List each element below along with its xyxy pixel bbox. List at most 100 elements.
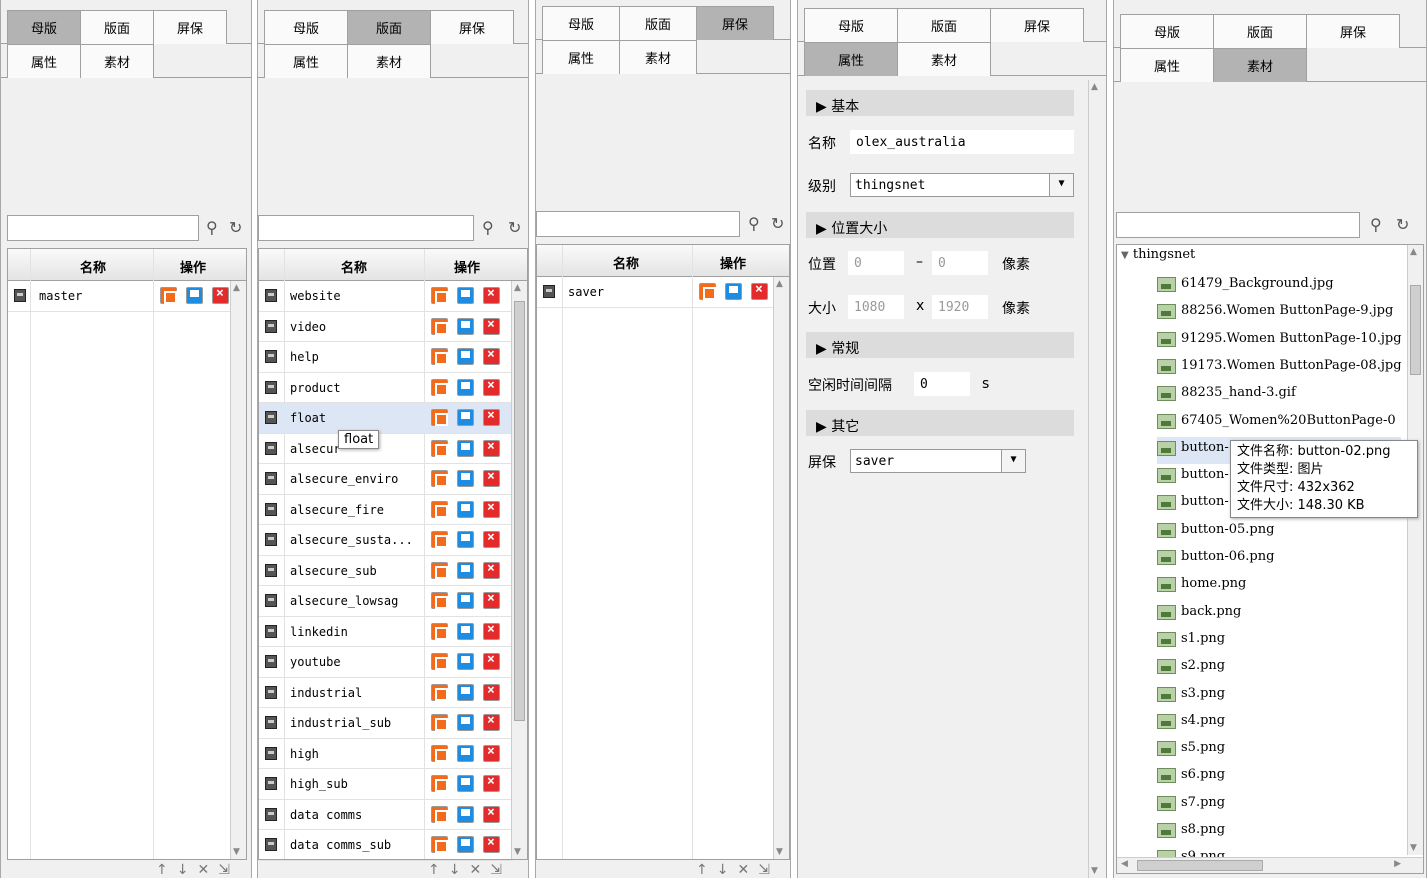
copy-icon[interactable] xyxy=(457,409,474,426)
search-icon[interactable]: ⚲ xyxy=(1370,215,1382,234)
delete-icon[interactable] xyxy=(751,282,768,300)
copy-icon[interactable] xyxy=(457,439,474,457)
delete-icon[interactable] xyxy=(483,286,500,304)
vertical-scrollbar[interactable]: ▲ ▼ xyxy=(230,281,246,859)
table-row[interactable]: alsecure_sub xyxy=(259,556,513,586)
scrollbar-thumb[interactable] xyxy=(1137,860,1263,871)
delete-icon[interactable] xyxy=(483,500,500,518)
edit-icon[interactable] xyxy=(431,683,448,701)
scroll-up-icon[interactable]: ▲ xyxy=(776,279,783,289)
scroll-down-icon[interactable]: ▼ xyxy=(776,847,783,857)
tab-layout[interactable]: 版面 xyxy=(619,6,697,40)
table-row[interactable]: industrial_sub xyxy=(259,708,513,739)
delete-icon[interactable] xyxy=(483,683,500,701)
asset-item[interactable]: 88256.Women ButtonPage-9.jpg xyxy=(1157,300,1401,327)
edit-icon[interactable] xyxy=(431,378,448,396)
table-row[interactable]: linkedin xyxy=(259,617,513,647)
search-input[interactable] xyxy=(1116,212,1360,238)
asset-item[interactable]: 67405_Women%20ButtonPage-0 xyxy=(1157,410,1401,437)
edit-icon[interactable] xyxy=(431,531,448,548)
name-field[interactable]: olex_australia xyxy=(850,130,1074,154)
asset-item[interactable]: home.png xyxy=(1157,573,1401,600)
vertical-scrollbar[interactable]: ▲ ▼ xyxy=(773,277,789,859)
tab-master[interactable]: 母版 xyxy=(7,10,81,44)
delete-icon[interactable] xyxy=(483,530,500,548)
down-arrow-icon[interactable]: ↓ xyxy=(717,862,738,878)
table-row[interactable]: master xyxy=(8,281,232,312)
search-icon[interactable]: ⚲ xyxy=(206,218,218,237)
copy-icon[interactable] xyxy=(725,283,742,300)
tab-layout[interactable]: 版面 xyxy=(347,10,431,44)
refresh-icon[interactable]: ↻ xyxy=(771,214,784,233)
down-arrow-icon[interactable]: ↓ xyxy=(449,862,470,878)
export-icon[interactable]: ⇲ xyxy=(758,862,779,878)
table-row[interactable]: alsecure_lowsag xyxy=(259,586,513,617)
asset-item[interactable]: button-05.png xyxy=(1157,519,1401,546)
edit-icon[interactable] xyxy=(160,287,177,304)
section-general[interactable]: ▶ 常规 xyxy=(806,332,1074,358)
clear-icon[interactable]: ✕ xyxy=(469,862,490,878)
asset-item[interactable]: s6.png xyxy=(1157,764,1401,791)
export-icon[interactable]: ⇲ xyxy=(218,862,239,878)
position-x-field[interactable]: 0 xyxy=(848,251,904,275)
edit-icon[interactable] xyxy=(431,744,448,762)
delete-icon[interactable] xyxy=(483,439,500,457)
tab-saver[interactable]: 屏保 xyxy=(153,10,227,44)
scrollbar-thumb[interactable] xyxy=(514,301,525,721)
table-row[interactable]: alsecur xyxy=(259,434,513,464)
width-field[interactable]: 1080 xyxy=(848,295,904,319)
delete-icon[interactable] xyxy=(483,774,500,792)
tab-saver[interactable]: 屏保 xyxy=(430,10,514,44)
scroll-down-icon[interactable]: ▼ xyxy=(1091,866,1098,876)
delete-icon[interactable] xyxy=(483,805,500,823)
up-arrow-icon[interactable]: ↑ xyxy=(696,862,717,878)
tab-assets[interactable]: 素材 xyxy=(619,40,697,74)
table-row[interactable]: alsecure_fire xyxy=(259,495,513,525)
delete-icon[interactable] xyxy=(483,317,500,335)
delete-icon[interactable] xyxy=(483,652,500,670)
tab-properties[interactable]: 属性 xyxy=(7,44,81,78)
tab-assets[interactable]: 素材 xyxy=(897,42,991,76)
asset-item[interactable]: 61479_Background.jpg xyxy=(1157,273,1401,300)
scroll-up-icon[interactable]: ▲ xyxy=(233,283,240,293)
height-field[interactable]: 1920 xyxy=(932,295,988,319)
delete-icon[interactable] xyxy=(483,622,500,640)
asset-item[interactable]: button-06.png xyxy=(1157,546,1401,573)
scroll-down-icon[interactable]: ▼ xyxy=(233,847,240,857)
asset-item[interactable]: s7.png xyxy=(1157,792,1401,819)
delete-icon[interactable] xyxy=(483,408,500,426)
copy-icon[interactable] xyxy=(457,836,474,853)
edit-icon[interactable] xyxy=(431,561,448,579)
table-row[interactable]: float xyxy=(259,403,513,434)
tab-layout[interactable]: 版面 xyxy=(897,8,991,42)
copy-icon[interactable] xyxy=(457,622,474,640)
scroll-right-icon[interactable]: ▶ xyxy=(1394,859,1401,869)
asset-item[interactable]: s5.png xyxy=(1157,737,1401,764)
copy-icon[interactable] xyxy=(457,805,474,823)
scroll-up-icon[interactable]: ▲ xyxy=(1410,247,1417,257)
copy-icon[interactable] xyxy=(186,287,203,304)
edit-icon[interactable] xyxy=(431,470,448,487)
tab-saver[interactable]: 屏保 xyxy=(990,8,1084,42)
copy-icon[interactable] xyxy=(457,500,474,518)
clear-icon[interactable]: ✕ xyxy=(197,862,218,878)
delete-icon[interactable] xyxy=(483,469,500,487)
asset-item[interactable]: s1.png xyxy=(1157,628,1401,655)
scrollbar-thumb[interactable] xyxy=(1410,285,1421,375)
delete-icon[interactable] xyxy=(483,561,500,579)
asset-item[interactable]: 91295.Women ButtonPage-10.jpg xyxy=(1157,328,1402,355)
edit-icon[interactable] xyxy=(431,409,448,426)
down-arrow-icon[interactable]: ↓ xyxy=(177,862,198,878)
chevron-down-icon[interactable]: ▼ xyxy=(1001,450,1025,472)
copy-icon[interactable] xyxy=(457,592,474,609)
table-row[interactable]: industrial xyxy=(259,678,513,708)
search-icon[interactable]: ⚲ xyxy=(482,218,494,237)
scroll-down-icon[interactable]: ▼ xyxy=(514,847,521,857)
tab-saver[interactable]: 屏保 xyxy=(696,6,774,40)
edit-icon[interactable] xyxy=(431,653,448,670)
scroll-up-icon[interactable]: ▲ xyxy=(1091,82,1098,92)
edit-icon[interactable] xyxy=(431,805,448,823)
section-basic[interactable]: ▶ 基本 xyxy=(806,90,1074,116)
vertical-scrollbar[interactable]: ▲ ▼ xyxy=(511,281,527,859)
tab-layout[interactable]: 版面 xyxy=(80,10,154,44)
